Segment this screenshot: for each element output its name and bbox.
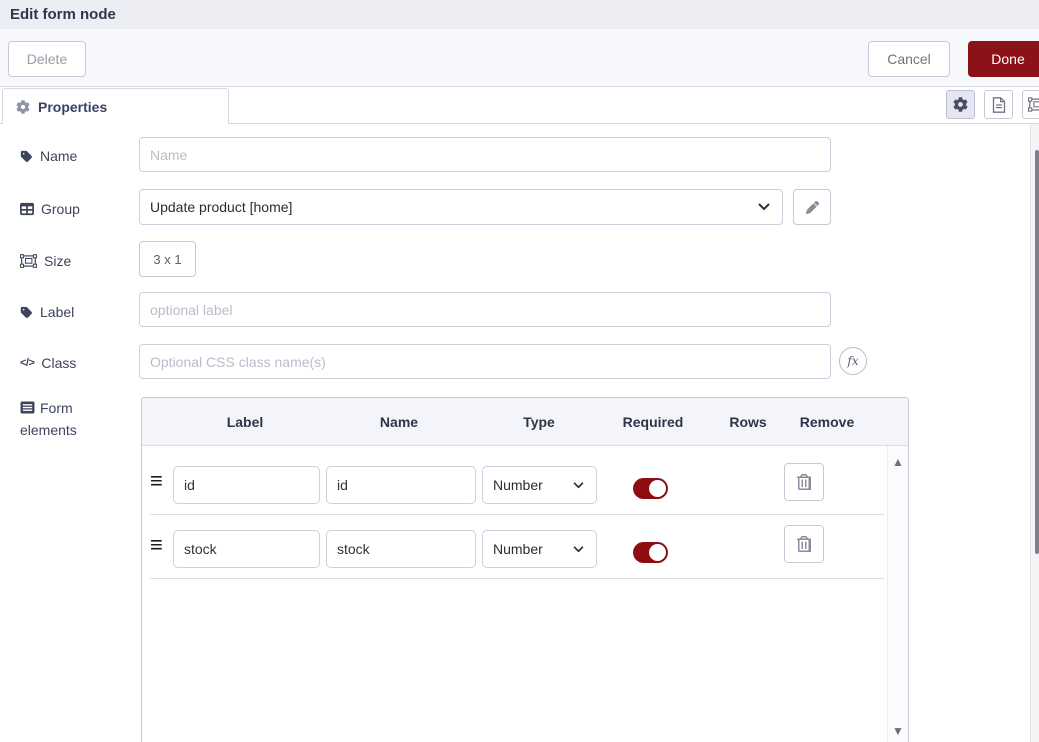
- edit-form-node-dialog: Edit form node Delete Cancel Done Proper…: [0, 0, 1039, 742]
- done-button[interactable]: Done: [968, 41, 1039, 77]
- group-select-value: Update product [home]: [150, 199, 292, 215]
- label-input[interactable]: [139, 292, 831, 327]
- code-icon: </>: [20, 357, 34, 369]
- description-button[interactable]: [984, 90, 1013, 119]
- chevron-down-icon: [573, 546, 584, 553]
- remove-element-button[interactable]: [784, 463, 824, 501]
- trash-icon: [797, 474, 811, 490]
- remove-element-button[interactable]: [784, 525, 824, 563]
- element-name-input[interactable]: [326, 530, 476, 568]
- properties-gear-button[interactable]: [946, 90, 975, 119]
- dialog-title: Edit form node: [0, 0, 1039, 29]
- dialog-toolbar: Delete Cancel Done: [0, 29, 1039, 87]
- gear-icon: [953, 97, 968, 112]
- column-header-rows: Rows: [729, 398, 766, 446]
- pencil-icon: [806, 201, 819, 214]
- row-divider: [150, 514, 884, 515]
- tag-icon: [20, 306, 33, 319]
- column-header-name: Name: [380, 398, 418, 446]
- scroll-down-icon[interactable]: ▼: [888, 724, 908, 738]
- column-header-label: Label: [227, 398, 264, 446]
- scroll-up-icon[interactable]: ▲: [888, 455, 908, 469]
- drag-handle-icon[interactable]: ≡: [150, 470, 163, 492]
- edit-group-button[interactable]: [793, 189, 831, 225]
- element-type-select[interactable]: Number: [482, 530, 597, 568]
- row-divider: [150, 578, 884, 579]
- delete-button[interactable]: Delete: [8, 41, 86, 77]
- size-button[interactable]: 3 x 1: [139, 241, 196, 277]
- size-field-label: Size: [20, 251, 71, 271]
- label-field-label: Label: [20, 302, 74, 322]
- class-input[interactable]: [139, 344, 831, 379]
- list-icon: [20, 401, 35, 414]
- form-elements-field-label: Form elements: [20, 397, 112, 441]
- drag-handle-icon[interactable]: ≡: [150, 534, 163, 556]
- trash-icon: [797, 536, 811, 552]
- form-elements-table: Label Name Type Required Rows Remove ≡ N…: [141, 397, 909, 742]
- class-expression-button[interactable]: fx: [839, 347, 867, 375]
- group-select[interactable]: Update product [home]: [139, 189, 783, 225]
- table-icon: [20, 202, 34, 216]
- name-field-label: Name: [20, 146, 77, 166]
- column-header-required: Required: [623, 398, 684, 446]
- name-input[interactable]: [139, 137, 831, 172]
- tab-properties[interactable]: Properties: [2, 88, 229, 124]
- chevron-down-icon: [758, 203, 770, 211]
- column-header-remove: Remove: [800, 398, 854, 446]
- chevron-down-icon: [573, 482, 584, 489]
- column-header-type: Type: [523, 398, 555, 446]
- document-icon: [992, 97, 1006, 113]
- table-scrollbar[interactable]: ▲ ▼: [887, 446, 908, 742]
- appearance-button[interactable]: [1022, 90, 1039, 119]
- tab-bar: Properties: [0, 87, 1039, 124]
- panel-scrollbar-thumb[interactable]: [1035, 150, 1039, 554]
- required-toggle[interactable]: [633, 542, 668, 563]
- cancel-button[interactable]: Cancel: [868, 41, 950, 77]
- form-elements-table-header: Label Name Type Required Rows Remove: [142, 398, 908, 446]
- object-group-icon: [20, 254, 37, 268]
- element-label-input[interactable]: [173, 466, 320, 504]
- object-group-icon: [1028, 97, 1039, 112]
- element-type-select[interactable]: Number: [482, 466, 597, 504]
- required-toggle[interactable]: [633, 478, 668, 499]
- tab-properties-label: Properties: [38, 99, 107, 115]
- element-name-input[interactable]: [326, 466, 476, 504]
- tag-icon: [20, 150, 33, 163]
- element-label-input[interactable]: [173, 530, 320, 568]
- gear-icon: [16, 100, 30, 114]
- class-field-label: </> Class: [20, 353, 76, 373]
- group-field-label: Group: [20, 199, 80, 219]
